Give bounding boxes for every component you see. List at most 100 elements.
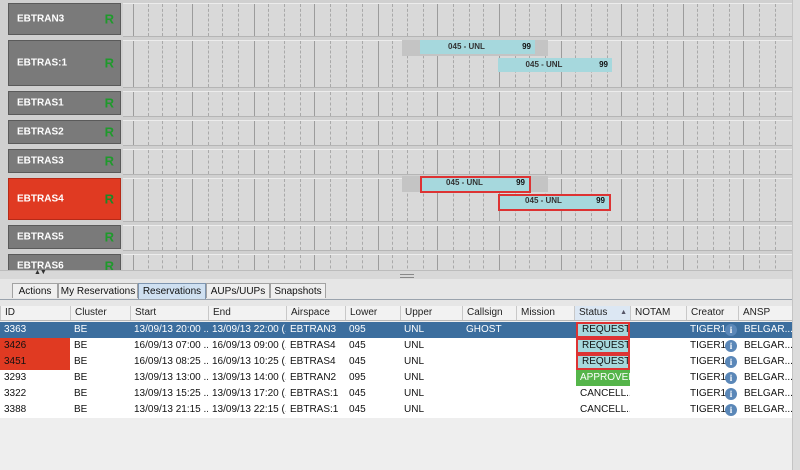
tab-my-reservations[interactable]: My Reservations (58, 283, 138, 298)
airspace-label[interactable]: EBTRAN3 R (8, 3, 121, 35)
grid-line (637, 179, 638, 221)
timeline-row[interactable]: EBTRAS5 R (0, 222, 792, 251)
panel-splitter[interactable]: ▲▼ (0, 269, 800, 279)
grid-line (268, 179, 269, 221)
grid-line (667, 121, 668, 145)
grid-line (759, 41, 760, 87)
timeline-track[interactable] (123, 91, 792, 117)
tab-reservations[interactable]: Reservations (138, 283, 206, 299)
timeline-row[interactable]: EBTRAS6 R (0, 251, 792, 270)
column-header-callsign[interactable]: Callsign (462, 306, 516, 320)
reservation-bar[interactable]: 045 - UNL 99 (420, 40, 535, 54)
timeline-row[interactable]: EBTRAS1 R (0, 88, 792, 117)
info-icon[interactable]: i (725, 356, 737, 368)
info-icon[interactable]: i (725, 324, 737, 336)
cell-lower: 045 (349, 404, 366, 415)
info-icon[interactable]: i (725, 340, 737, 352)
timeline-row[interactable]: EBTRAN3 R (0, 0, 792, 37)
column-header-airspace[interactable]: Airspace (286, 306, 345, 320)
grid-line (575, 92, 576, 116)
vertical-scrollbar[interactable] (792, 0, 800, 470)
cell-id: 3363 (4, 324, 27, 335)
airspace-name: EBTRAS:1 (17, 57, 68, 69)
column-header-cluster[interactable]: Cluster (70, 306, 130, 320)
airspace-label[interactable]: EBTRAS2 R (8, 120, 121, 144)
grid-line (683, 92, 684, 116)
grid-line (407, 255, 408, 270)
airspace-label[interactable]: EBTRAS4 R (8, 178, 121, 220)
timeline-track[interactable] (123, 254, 792, 270)
cell-cluster: BE (74, 404, 88, 415)
grid-line (222, 41, 223, 87)
grid-line (300, 255, 301, 270)
airspace-label[interactable]: EBTRAS6 R (8, 254, 121, 270)
timeline-track[interactable] (123, 3, 792, 37)
timeline-track[interactable] (123, 149, 792, 175)
column-header-mission[interactable]: Mission (516, 306, 574, 320)
timeline-row[interactable]: EBTRAS3 R (0, 146, 792, 175)
column-header-status[interactable]: Status ▲ (574, 306, 630, 320)
grid-line (238, 92, 239, 116)
grid-line (176, 255, 177, 270)
cell-id: 3388 (4, 404, 27, 415)
reservation-bar[interactable]: 045 - UNL 99 (420, 176, 531, 193)
grid-line (314, 4, 315, 36)
timeline-row[interactable]: EBTRAS4 R (0, 175, 792, 222)
grid-line (392, 92, 393, 116)
grid-line (743, 121, 744, 145)
column-header-notam[interactable]: NOTAM (630, 306, 686, 320)
airspace-label[interactable]: EBTRAS:1 R (8, 40, 121, 86)
cell-end: 13/09/13 22:15 (... (212, 404, 286, 415)
info-icon[interactable]: i (725, 404, 737, 416)
timeline-track[interactable] (123, 120, 792, 146)
timeline-row[interactable]: EBTRAS2 R (0, 117, 792, 146)
grid-line (713, 226, 714, 250)
table-row[interactable]: 3388 BE 13/09/13 21:15 ... 13/09/13 22:15 (… (0, 402, 792, 418)
grid-line (133, 121, 134, 145)
grid-line (192, 150, 193, 174)
tab-actions[interactable]: Actions (12, 283, 58, 298)
info-icon[interactable]: i (725, 388, 737, 400)
reservation-flight-level: 99 (596, 196, 605, 205)
table-row[interactable]: 3426 BE 16/09/13 07:00 ... 16/09/13 09:00 (… (0, 338, 792, 354)
airspace-timeline[interactable]: EBTRAN3 R EBTRAS:1 R EBTRAS1 R EBTRAS2 R EBTRAS3… (0, 0, 792, 270)
column-header-lower[interactable]: Lower (345, 306, 400, 320)
grid-line (176, 226, 177, 250)
column-header-end[interactable]: End (208, 306, 286, 320)
column-header-label: ANSP (743, 307, 771, 318)
grid-line (392, 4, 393, 36)
grid-line (346, 121, 347, 145)
reservation-bar[interactable]: 045 - UNL 99 (498, 58, 612, 72)
grid-line (729, 150, 730, 174)
tab-aups-uups[interactable]: AUPs/UUPs (206, 283, 270, 298)
grid-line (469, 4, 470, 36)
column-header-label: Mission (521, 307, 555, 318)
table-row[interactable]: 3451 BE 16/09/13 08:25 ... 16/09/13 10:25 (… (0, 354, 792, 370)
airspace-label[interactable]: EBTRAS1 R (8, 91, 121, 115)
timeline-track[interactable] (123, 225, 792, 251)
sort-ascending-icon[interactable]: ▲ (620, 306, 627, 320)
reservation-bar[interactable]: 045 - UNL 99 (498, 194, 611, 211)
table-row[interactable]: 3293 BE 13/09/13 13:00 ... 13/09/13 14:00 (… (0, 370, 792, 386)
column-header-ansp[interactable]: ANSP (738, 306, 792, 320)
grid-line (192, 255, 193, 270)
info-icon[interactable]: i (725, 372, 737, 384)
cell-ansp: BELGAR... (744, 388, 792, 399)
column-header-upper[interactable]: Upper (400, 306, 462, 320)
grid-line (437, 4, 438, 36)
splitter-grip-icon[interactable] (400, 274, 414, 278)
timeline-row[interactable]: EBTRAS:1 R (0, 37, 792, 88)
reservation-levels: 045 - UNL (525, 196, 562, 205)
collapse-arrows-icon[interactable]: ▲▼ (34, 269, 47, 276)
grid-line (330, 92, 331, 116)
airspace-label[interactable]: EBTRAS3 R (8, 149, 121, 173)
table-row[interactable]: 3322 BE 13/09/13 15:25 ... 13/09/13 17:20 (… (0, 386, 792, 402)
airspace-label[interactable]: EBTRAS5 R (8, 225, 121, 249)
grid-line (607, 4, 608, 36)
tab-snapshots[interactable]: Snapshots (270, 283, 326, 298)
column-header-id[interactable]: ID (0, 306, 70, 320)
grid-line (499, 92, 500, 116)
column-header-start[interactable]: Start (130, 306, 208, 320)
column-header-creator[interactable]: Creator (686, 306, 738, 320)
table-row[interactable]: 3363 BE 13/09/13 20:00 ... 13/09/13 22:00 (… (0, 322, 792, 338)
